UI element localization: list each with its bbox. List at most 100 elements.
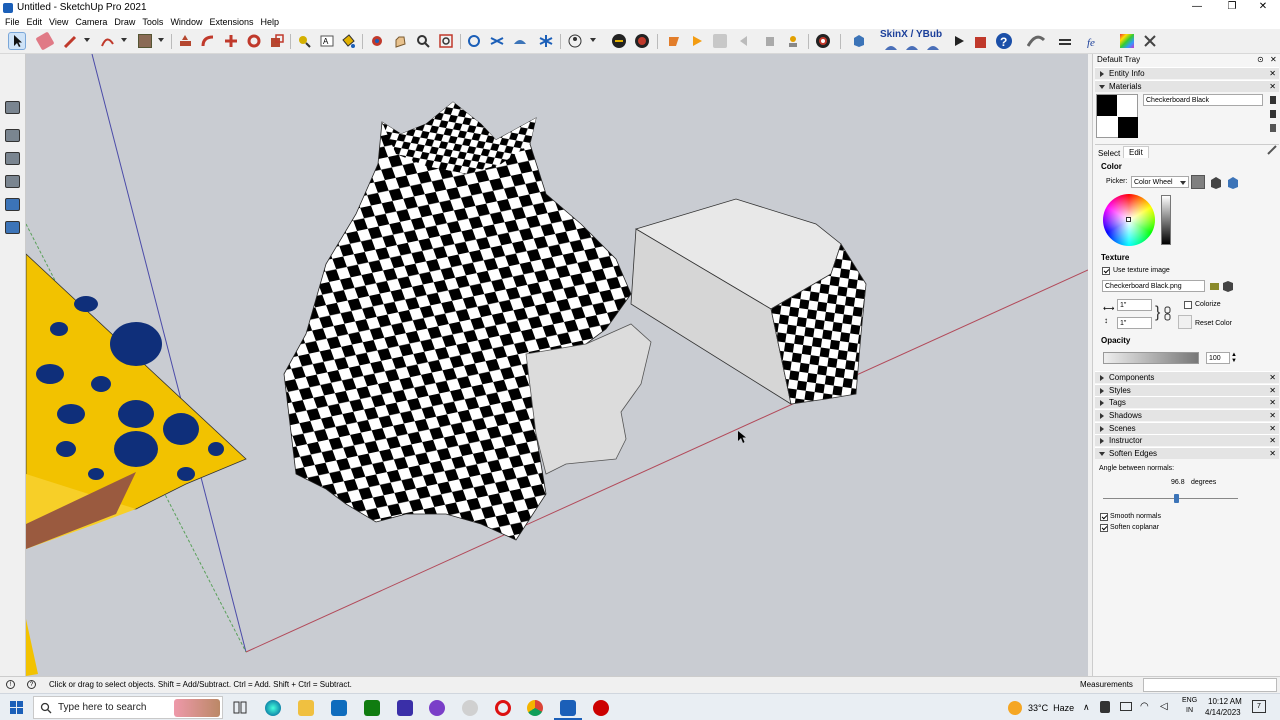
- instructor-icon[interactable]: ?: [27, 680, 36, 689]
- material-swatch[interactable]: [1096, 94, 1138, 138]
- current-color-swatch[interactable]: [1191, 175, 1205, 189]
- minimize-button[interactable]: —: [1180, 0, 1214, 15]
- menu-camera[interactable]: Camera: [72, 17, 110, 27]
- zoom-extents-icon[interactable]: [439, 34, 453, 48]
- pan-hand-icon[interactable]: [393, 34, 407, 48]
- skin-tool-3-icon[interactable]: [926, 40, 940, 54]
- sandbox-from-scratch-icon[interactable]: [490, 34, 504, 48]
- reset-color-button[interactable]: Reset Color: [1195, 320, 1232, 327]
- model-canvas[interactable]: [26, 54, 1088, 676]
- warehouse-icon[interactable]: [612, 34, 626, 48]
- tools-icon[interactable]: [1143, 34, 1157, 48]
- mail-icon[interactable]: [331, 700, 347, 716]
- paint-bucket-icon[interactable]: [341, 34, 355, 48]
- menu-view[interactable]: View: [46, 17, 71, 27]
- arc-icon[interactable]: [100, 34, 114, 48]
- app-icon[interactable]: [429, 700, 445, 716]
- select-tool-button[interactable]: [8, 32, 26, 50]
- scale-icon[interactable]: [270, 34, 284, 48]
- chrome-icon[interactable]: [527, 700, 543, 716]
- view-back-icon[interactable]: [5, 198, 20, 211]
- opacity-spinner-icon[interactable]: ▲ ▼: [1231, 352, 1237, 364]
- skin-play-icon[interactable]: [952, 34, 966, 48]
- edge-icon[interactable]: [265, 700, 281, 716]
- menu-draw[interactable]: Draw: [111, 17, 138, 27]
- tab-select[interactable]: Select: [1098, 149, 1120, 158]
- opacity-value-field[interactable]: 100: [1206, 352, 1230, 364]
- menu-tools[interactable]: Tools: [139, 17, 166, 27]
- match-color-icons[interactable]: [1210, 176, 1240, 190]
- tab-edit[interactable]: Edit: [1123, 146, 1149, 158]
- yellow-spotted-object[interactable]: [26, 253, 247, 676]
- move-icon[interactable]: [224, 34, 238, 48]
- zoom-icon[interactable]: [416, 34, 430, 48]
- reset-color-swatch[interactable]: [1178, 315, 1192, 329]
- menu-help[interactable]: Help: [257, 17, 282, 27]
- opacity-slider[interactable]: [1103, 352, 1199, 364]
- windows-start-icon[interactable]: [10, 701, 23, 714]
- pencil-dropdown-icon[interactable]: [84, 38, 90, 42]
- follow-me-icon[interactable]: [201, 34, 215, 48]
- sketchup-taskbar-icon[interactable]: [560, 700, 576, 716]
- section-components[interactable]: Components ✕: [1095, 371, 1279, 383]
- clock-time[interactable]: 10:12 AM: [1208, 697, 1242, 706]
- lang-bottom[interactable]: IN: [1186, 707, 1193, 714]
- skinx-ybub-label[interactable]: SkinX / YBub: [880, 29, 942, 40]
- mic-icon[interactable]: [1100, 701, 1110, 713]
- opera-icon[interactable]: [495, 700, 511, 716]
- walk-icon[interactable]: [763, 34, 777, 48]
- color-wheel[interactable]: [1103, 194, 1155, 246]
- rectangle-icon[interactable]: [138, 34, 152, 48]
- arc-dropdown-icon[interactable]: [121, 38, 127, 42]
- menu-file[interactable]: File: [2, 17, 23, 27]
- grey-box-object[interactable]: [630, 198, 867, 405]
- account-icon[interactable]: [568, 34, 582, 48]
- info-icon[interactable]: !: [6, 680, 15, 689]
- section-styles[interactable]: Styles ✕: [1095, 384, 1279, 396]
- flatten-icon[interactable]: [1058, 34, 1072, 48]
- shape-dropdown-icon[interactable]: [158, 38, 164, 42]
- vs-code-icon[interactable]: [397, 700, 413, 716]
- angle-slider-thumb[interactable]: [1174, 494, 1179, 503]
- step-back-icon[interactable]: [736, 34, 750, 48]
- section-soften-edges[interactable]: Soften Edges ✕: [1095, 447, 1279, 459]
- smoove-icon[interactable]: [513, 34, 527, 48]
- picker-select[interactable]: Color Wheel: [1131, 176, 1189, 188]
- orbit-icon[interactable]: [370, 34, 384, 48]
- colorize-checkbox[interactable]: [1184, 301, 1192, 309]
- skin-stop-icon[interactable]: [975, 37, 986, 48]
- drawing-viewport[interactable]: [26, 54, 1088, 676]
- texture-filename-field[interactable]: Checkerboard Black.png: [1102, 280, 1205, 292]
- curve-icon[interactable]: [1027, 34, 1045, 48]
- lang-top[interactable]: ENG: [1182, 697, 1197, 704]
- text-tool-icon[interactable]: A: [320, 34, 334, 48]
- section-entity-info[interactable]: Entity Info ✕: [1095, 67, 1279, 79]
- material-side-icons[interactable]: [1268, 95, 1278, 135]
- section-shadows[interactable]: Shadows ✕: [1095, 409, 1279, 421]
- menu-extensions[interactable]: Extensions: [206, 17, 256, 27]
- section-scenes[interactable]: Scenes ✕: [1095, 422, 1279, 434]
- view-front-icon[interactable]: [5, 152, 20, 165]
- notifications-icon[interactable]: 7: [1252, 700, 1266, 713]
- position-camera-icon[interactable]: [786, 34, 800, 48]
- play-icon[interactable]: [690, 34, 704, 48]
- checkerboard-draped-object[interactable]: [283, 101, 632, 541]
- help-icon[interactable]: ?: [995, 32, 1013, 50]
- xbox-icon[interactable]: [364, 700, 380, 716]
- recorder-icon[interactable]: [593, 700, 609, 716]
- tray-chevron-icon[interactable]: ∧: [1083, 702, 1090, 713]
- extension-warehouse-icon[interactable]: [635, 34, 649, 48]
- weather-icon[interactable]: [1008, 701, 1022, 715]
- material-name-field[interactable]: Checkerboard Black: [1143, 94, 1263, 106]
- use-texture-checkbox[interactable]: [1102, 267, 1110, 275]
- volume-icon[interactable]: ◁: [1160, 701, 1168, 712]
- snipping-icon[interactable]: [462, 700, 478, 716]
- extension-cube-icon[interactable]: [852, 34, 866, 48]
- view-top-icon[interactable]: [5, 129, 20, 142]
- task-view-icon[interactable]: [233, 701, 247, 714]
- view-iso-icon[interactable]: [5, 101, 20, 114]
- section-materials[interactable]: Materials ✕: [1095, 80, 1279, 92]
- section-plane-icon[interactable]: [667, 34, 681, 48]
- menu-window[interactable]: Window: [167, 17, 205, 27]
- taskbar-search-box[interactable]: Type here to search: [33, 696, 223, 719]
